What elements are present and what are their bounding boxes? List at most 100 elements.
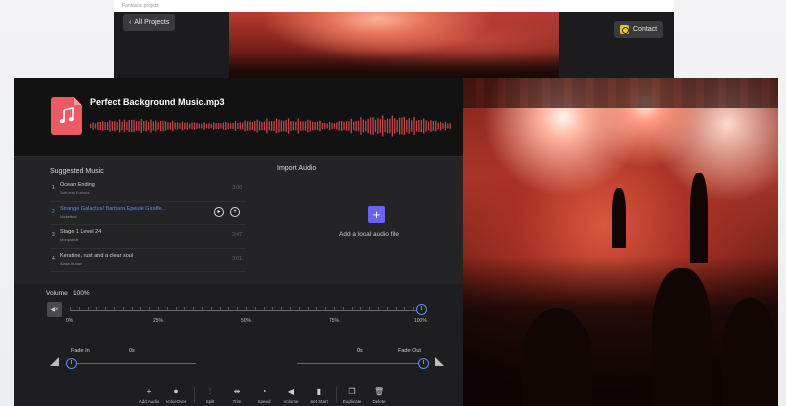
volume-tick: [307, 307, 309, 311]
set-start-button[interactable]: ▮ Set Start: [304, 387, 334, 404]
waveform-bar: [273, 121, 275, 131]
trim-icon: ⇹: [233, 387, 241, 396]
waveform-bar: [444, 121, 447, 131]
waveform-bar: [398, 117, 401, 135]
waveform-bar: [297, 118, 299, 134]
volume-tick: [166, 307, 168, 311]
fade-out-value: 0s: [357, 348, 363, 354]
waveform-bar: [237, 123, 239, 129]
waveform-bar: [348, 121, 350, 131]
waveform-bar: [210, 123, 212, 129]
waveform-bar: [111, 121, 114, 131]
play-icon[interactable]: ▸: [214, 206, 224, 217]
waveform-bar: [432, 120, 435, 132]
speed-button[interactable]: ◔ Speed: [249, 387, 279, 404]
waveform-bar: [147, 122, 150, 130]
track-item-selected[interactable]: 2 Strange Galactus/ Barbara Epeule Giraf…: [50, 202, 246, 225]
volume-mark-50: 50%: [241, 318, 252, 324]
volume-tick: [325, 307, 327, 311]
waveform-bar: [114, 120, 116, 132]
volume-tick: [210, 307, 212, 311]
volume-tick: [404, 307, 406, 311]
waveform-bar: [90, 123, 92, 129]
waveform-bar: [242, 122, 244, 130]
waveform-bar: [418, 119, 420, 133]
waveform-bar: [442, 123, 444, 129]
waveform-bar: [205, 123, 208, 129]
waveform-bar: [295, 121, 297, 131]
suggested-music-title: Suggested Music: [50, 168, 104, 175]
all-projects-button[interactable]: ‹ All Projects: [123, 14, 176, 31]
person-silhouette: [652, 268, 712, 406]
track-duration: 3:01: [232, 255, 242, 262]
contact-button[interactable]: Contact: [614, 21, 664, 38]
duplicate-button[interactable]: ❐ Duplicate: [337, 387, 367, 404]
plus-icon: +: [146, 387, 152, 396]
volume-tick: [149, 307, 151, 311]
split-button[interactable]: ⫶ Split: [195, 387, 225, 404]
trash-icon: 🗑: [374, 387, 385, 396]
waveform-bar: [427, 121, 430, 131]
tool-label: Delete: [372, 399, 386, 404]
waveform-bar: [225, 121, 227, 130]
fade-in-label: Fade In: [71, 348, 90, 354]
waveform-bar: [340, 121, 343, 131]
fade-in-slider-handle[interactable]: [66, 358, 77, 369]
waveform-bar: [379, 119, 381, 133]
volume-slider-handle[interactable]: [416, 304, 427, 315]
track-number: 4: [52, 255, 55, 262]
waveform-bar: [201, 123, 203, 129]
track-item[interactable]: 3 Stage 1 Level 24 Monplaisir 3:47: [50, 225, 246, 249]
fade-out-slider-handle[interactable]: [418, 358, 429, 369]
volume-tick: [342, 307, 344, 311]
crowd-shadow: [229, 52, 559, 80]
volume-mark-25: 25%: [153, 318, 164, 324]
person-silhouette: [722, 298, 778, 406]
track-item[interactable]: 4 Keratine, rust and a clear soul Alalia…: [50, 249, 246, 272]
waveform-bar: [135, 121, 138, 131]
waveform-bar: [394, 118, 396, 134]
audio-waveform[interactable]: [90, 114, 452, 138]
mute-button[interactable]: ◀×: [47, 302, 62, 317]
volume-tick: [395, 307, 397, 311]
volume-tick: [184, 307, 186, 311]
volume-mark-100: 100%: [414, 318, 427, 324]
plus-icon: +: [372, 207, 381, 222]
waveform-bar: [131, 119, 133, 133]
waveform-bar: [227, 122, 229, 130]
fade-out-slider-track[interactable]: [297, 363, 424, 364]
add-audio-button[interactable]: + Add Audio: [134, 387, 164, 404]
waveform-bar: [415, 120, 418, 132]
track-item[interactable]: 1 Ocean Ending Soft and Furious 3:00: [50, 178, 246, 202]
volume-tick: [193, 307, 195, 311]
waveform-bar: [309, 120, 311, 132]
waveform-bar: [278, 119, 280, 133]
waveform-bar: [186, 122, 188, 130]
add-local-audio-button[interactable]: +: [368, 206, 385, 223]
waveform-bar: [164, 121, 167, 131]
volume-tick: [140, 307, 142, 311]
trim-button[interactable]: ⇹ Trim: [222, 387, 252, 404]
waveform-bar: [193, 122, 196, 130]
waveform-bar: [133, 119, 135, 133]
waveform-bar: [99, 121, 101, 131]
waveform-bar: [116, 122, 118, 130]
waveform-bar: [152, 121, 155, 131]
waveform-bar: [266, 118, 268, 134]
volume-tick: [334, 307, 335, 311]
waveform-bar: [437, 122, 439, 130]
waveform-bar: [167, 122, 169, 130]
person-silhouette: [522, 308, 592, 406]
volume-tick: [228, 307, 230, 311]
voiceover-button[interactable]: ⏺ VoiceOver: [161, 387, 191, 404]
add-icon[interactable]: +: [230, 206, 240, 217]
fade-in-slider-track[interactable]: [72, 363, 196, 364]
waveform-bar: [369, 117, 372, 135]
waveform-bar: [333, 123, 336, 129]
waveform-bar: [251, 122, 254, 130]
waveform-bar: [287, 118, 290, 134]
delete-button[interactable]: 🗑 Delete: [364, 387, 394, 404]
volume-mark-75: 75%: [329, 318, 340, 324]
volume-button[interactable]: ◀ Volume: [276, 387, 306, 404]
tool-label: Trim: [232, 399, 242, 404]
